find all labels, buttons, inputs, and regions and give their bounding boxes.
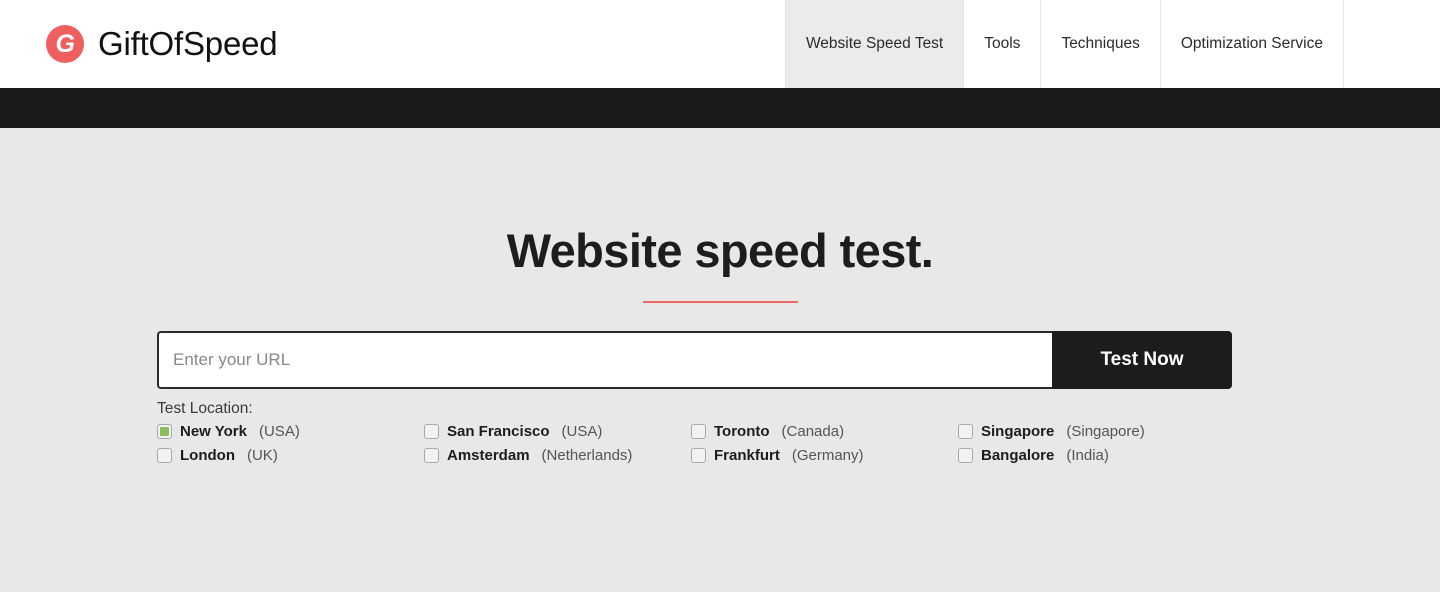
location-country: (Germany): [791, 446, 864, 464]
nav-trailing-space: [1343, 0, 1440, 88]
brand-mark-letter: G: [55, 29, 75, 58]
test-locations-section: Test Location: New York (USA) San Franci…: [157, 400, 1277, 465]
brand-logo[interactable]: G GiftOfSpeed: [0, 0, 278, 88]
location-city: Bangalore: [981, 446, 1055, 464]
location-option-london[interactable]: London (UK): [157, 446, 424, 465]
checkbox-frankfurt[interactable]: [691, 447, 706, 463]
nav-item-website-speed-test[interactable]: Website Speed Test: [784, 0, 964, 88]
location-city: Singapore: [981, 422, 1055, 440]
location-option-singapore[interactable]: Singapore (Singapore): [958, 422, 1225, 441]
checkbox-bangalore[interactable]: [958, 447, 973, 463]
location-option-toronto[interactable]: Toronto (Canada): [691, 422, 958, 441]
nav-item-label: Website Speed Test: [805, 35, 944, 52]
nav-item-label: Techniques: [1061, 35, 1140, 52]
location-option-san-francisco[interactable]: San Francisco (USA): [424, 422, 691, 441]
location-city: London: [180, 446, 235, 464]
location-option-new-york[interactable]: New York (USA): [157, 422, 424, 441]
header-dark-bar: [0, 88, 1440, 128]
url-input[interactable]: [157, 330, 1052, 389]
page-title: Website speed test.: [506, 224, 934, 277]
test-location-label: Test Location:: [157, 399, 253, 417]
location-city: Frankfurt: [714, 446, 780, 464]
checkbox-new-york[interactable]: [157, 423, 172, 439]
location-country: (USA): [258, 422, 300, 440]
checkbox-singapore[interactable]: [958, 423, 973, 439]
gift-of-speed-logo-icon: G: [46, 25, 84, 63]
main-content: Website speed test. Test Now Test Locati…: [0, 128, 1440, 592]
location-city: San Francisco: [447, 422, 550, 440]
location-city: New York: [180, 422, 247, 440]
location-option-amsterdam[interactable]: Amsterdam (Netherlands): [424, 446, 691, 465]
location-country: (UK): [246, 446, 278, 464]
test-locations-grid: New York (USA) San Francisco (USA) Toron…: [157, 422, 1277, 465]
checkbox-london[interactable]: [157, 447, 172, 463]
nav-item-tools[interactable]: Tools: [963, 0, 1041, 88]
nav-item-optimization-service[interactable]: Optimization Service: [1159, 0, 1343, 88]
location-country: (Canada): [781, 422, 845, 440]
speed-test-form: Test Now: [157, 330, 1232, 389]
location-option-frankfurt[interactable]: Frankfurt (Germany): [691, 446, 958, 465]
brand-name: GiftOfSpeed: [98, 25, 278, 62]
main-navigation: Website Speed Test Tools Techniques Opti…: [784, 0, 1440, 88]
nav-item-techniques[interactable]: Techniques: [1040, 0, 1160, 88]
location-city: Toronto: [714, 422, 770, 440]
nav-item-label: Optimization Service: [1180, 35, 1323, 52]
site-header: G GiftOfSpeed Website Speed Test Tools T…: [0, 0, 1440, 88]
location-country: (Netherlands): [541, 446, 633, 464]
title-divider: [642, 300, 798, 303]
checkbox-san-francisco[interactable]: [424, 423, 439, 439]
test-now-button[interactable]: Test Now: [1052, 330, 1232, 389]
nav-item-label: Tools: [984, 35, 1021, 52]
location-country: (Singapore): [1066, 422, 1145, 440]
location-option-bangalore[interactable]: Bangalore (India): [958, 446, 1225, 465]
location-country: (India): [1066, 446, 1109, 464]
checkbox-amsterdam[interactable]: [424, 447, 439, 463]
location-city: Amsterdam: [447, 446, 530, 464]
location-country: (USA): [561, 422, 603, 440]
checkbox-toronto[interactable]: [691, 423, 706, 439]
